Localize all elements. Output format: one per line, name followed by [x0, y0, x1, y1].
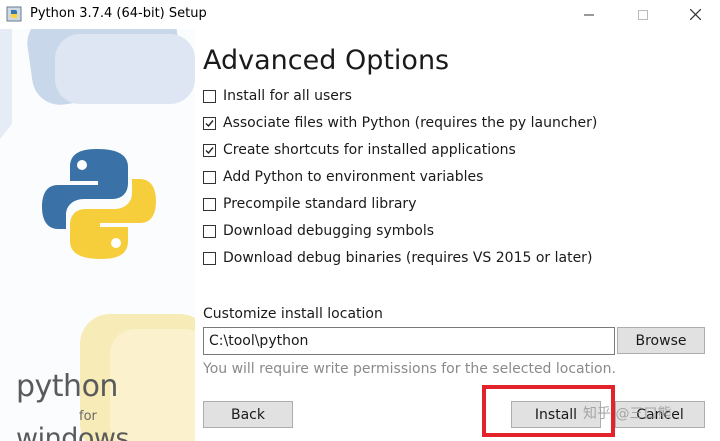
python-logo-icon [42, 149, 156, 259]
option-create-shortcuts[interactable]: Create shortcuts for installed applicati… [203, 140, 516, 160]
checkbox[interactable] [203, 251, 216, 265]
option-associate-files[interactable]: Associate files with Python (requires th… [203, 113, 597, 133]
python-wordmark: python [16, 369, 118, 404]
checkbox[interactable] [203, 116, 216, 130]
checkbox[interactable] [203, 197, 216, 211]
option-label: Associate files with Python (requires th… [223, 115, 598, 131]
checkbox[interactable] [203, 224, 216, 238]
option-label: Download debug binaries (requires VS 201… [223, 250, 593, 266]
browse-button[interactable]: Browse [617, 327, 705, 354]
checkmark-icon [205, 119, 214, 127]
checkbox[interactable] [203, 170, 216, 184]
checkbox[interactable] [203, 89, 216, 103]
windows-wordmark: windows [16, 423, 130, 441]
checkmark-icon [205, 146, 214, 154]
minimize-icon [584, 14, 594, 15]
checkbox[interactable] [203, 143, 216, 157]
watermark: 知乎 @三口熊 [583, 406, 672, 422]
install-location-input[interactable] [203, 327, 615, 355]
close-icon [689, 9, 701, 20]
for-wordmark: for [79, 409, 97, 424]
back-button[interactable]: Back [203, 401, 293, 428]
option-label: Precompile standard library [223, 196, 417, 212]
option-install-all-users[interactable]: Install for all users [203, 86, 352, 106]
option-debug-binaries[interactable]: Download debug binaries (requires VS 201… [203, 248, 592, 268]
option-label: Install for all users [223, 88, 352, 104]
close-button[interactable] [672, 0, 718, 29]
permission-note: You will require write permissions for t… [203, 361, 616, 377]
page-title: Advanced Options [203, 45, 450, 76]
window-title: Python 3.7.4 (64-bit) Setup [30, 6, 207, 21]
python-setup-icon [6, 6, 22, 22]
sidebar-artwork: python for windows [0, 29, 195, 441]
minimize-button[interactable] [566, 0, 612, 29]
title-bar: Python 3.7.4 (64-bit) Setup [0, 0, 720, 29]
option-label: Add Python to environment variables [223, 169, 484, 185]
option-label: Create shortcuts for installed applicati… [223, 142, 516, 158]
option-debug-symbols[interactable]: Download debugging symbols [203, 221, 434, 241]
install-location-label: Customize install location [203, 306, 383, 322]
option-label: Download debugging symbols [223, 223, 435, 239]
maximize-button[interactable] [620, 0, 666, 29]
option-add-to-path[interactable]: Add Python to environment variables [203, 167, 483, 187]
option-precompile-stdlib[interactable]: Precompile standard library [203, 194, 416, 214]
maximize-icon [638, 9, 648, 20]
